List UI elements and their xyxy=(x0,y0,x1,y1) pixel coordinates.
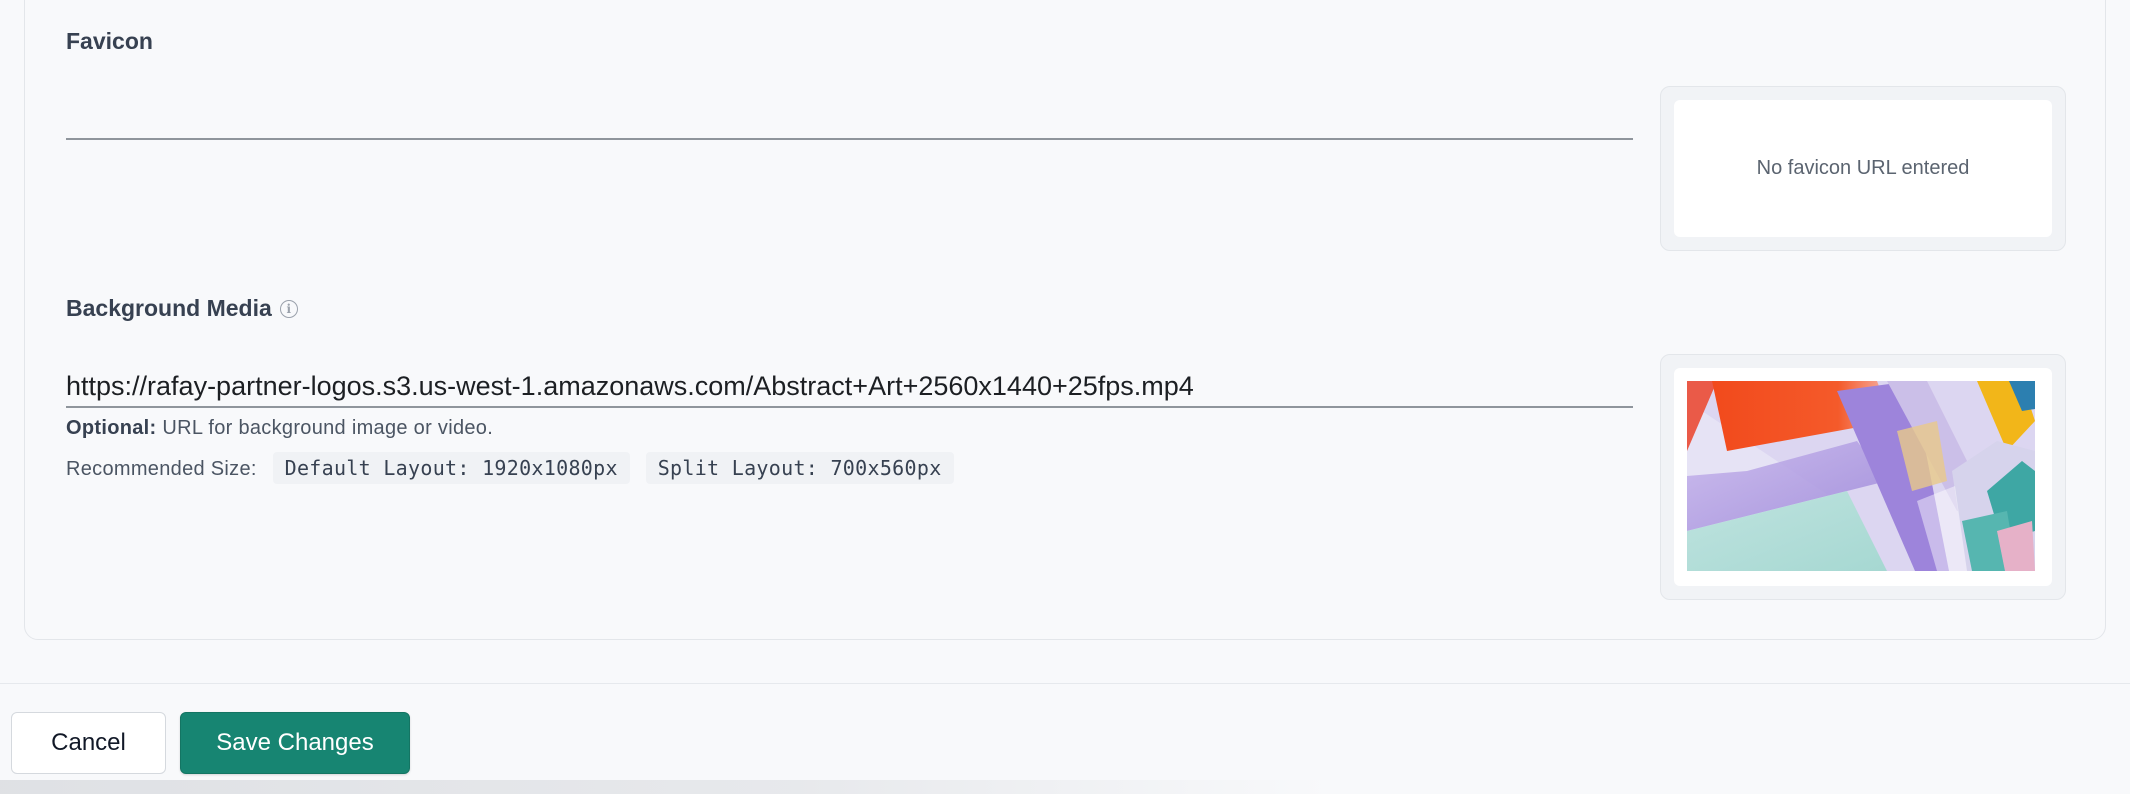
save-changes-button[interactable]: Save Changes xyxy=(180,712,410,774)
footer-divider xyxy=(0,683,2130,684)
favicon-url-input[interactable] xyxy=(66,98,1633,140)
background-media-url-input[interactable] xyxy=(66,366,1633,408)
favicon-preview: No favicon URL entered xyxy=(1660,86,2066,251)
background-media-preview-inner xyxy=(1674,368,2052,586)
recommended-size-row: Recommended Size: Default Layout: 1920x1… xyxy=(66,452,954,484)
optional-label: Optional: xyxy=(66,417,157,439)
background-media-preview xyxy=(1660,354,2066,600)
favicon-label: Favicon xyxy=(66,28,153,54)
background-media-label: Background Media xyxy=(66,295,272,321)
recommended-size-label: Recommended Size: xyxy=(66,458,257,480)
split-layout-size: Split Layout: 700x560px xyxy=(645,452,954,484)
abstract-art-thumbnail xyxy=(1687,381,2035,571)
no-favicon-message: No favicon URL entered xyxy=(1756,157,1970,179)
default-layout-size: Default Layout: 1920x1080px xyxy=(272,452,630,484)
background-media-label-row: Background Media i xyxy=(66,295,298,322)
favicon-preview-inner: No favicon URL entered xyxy=(1674,100,2052,237)
optional-text: URL for background image or video. xyxy=(162,417,494,439)
cancel-button[interactable]: Cancel xyxy=(11,712,166,774)
info-circle-icon[interactable]: i xyxy=(279,300,298,318)
background-media-helper: Optional: URL for background image or vi… xyxy=(66,417,493,440)
bottom-shadow xyxy=(0,780,1330,794)
